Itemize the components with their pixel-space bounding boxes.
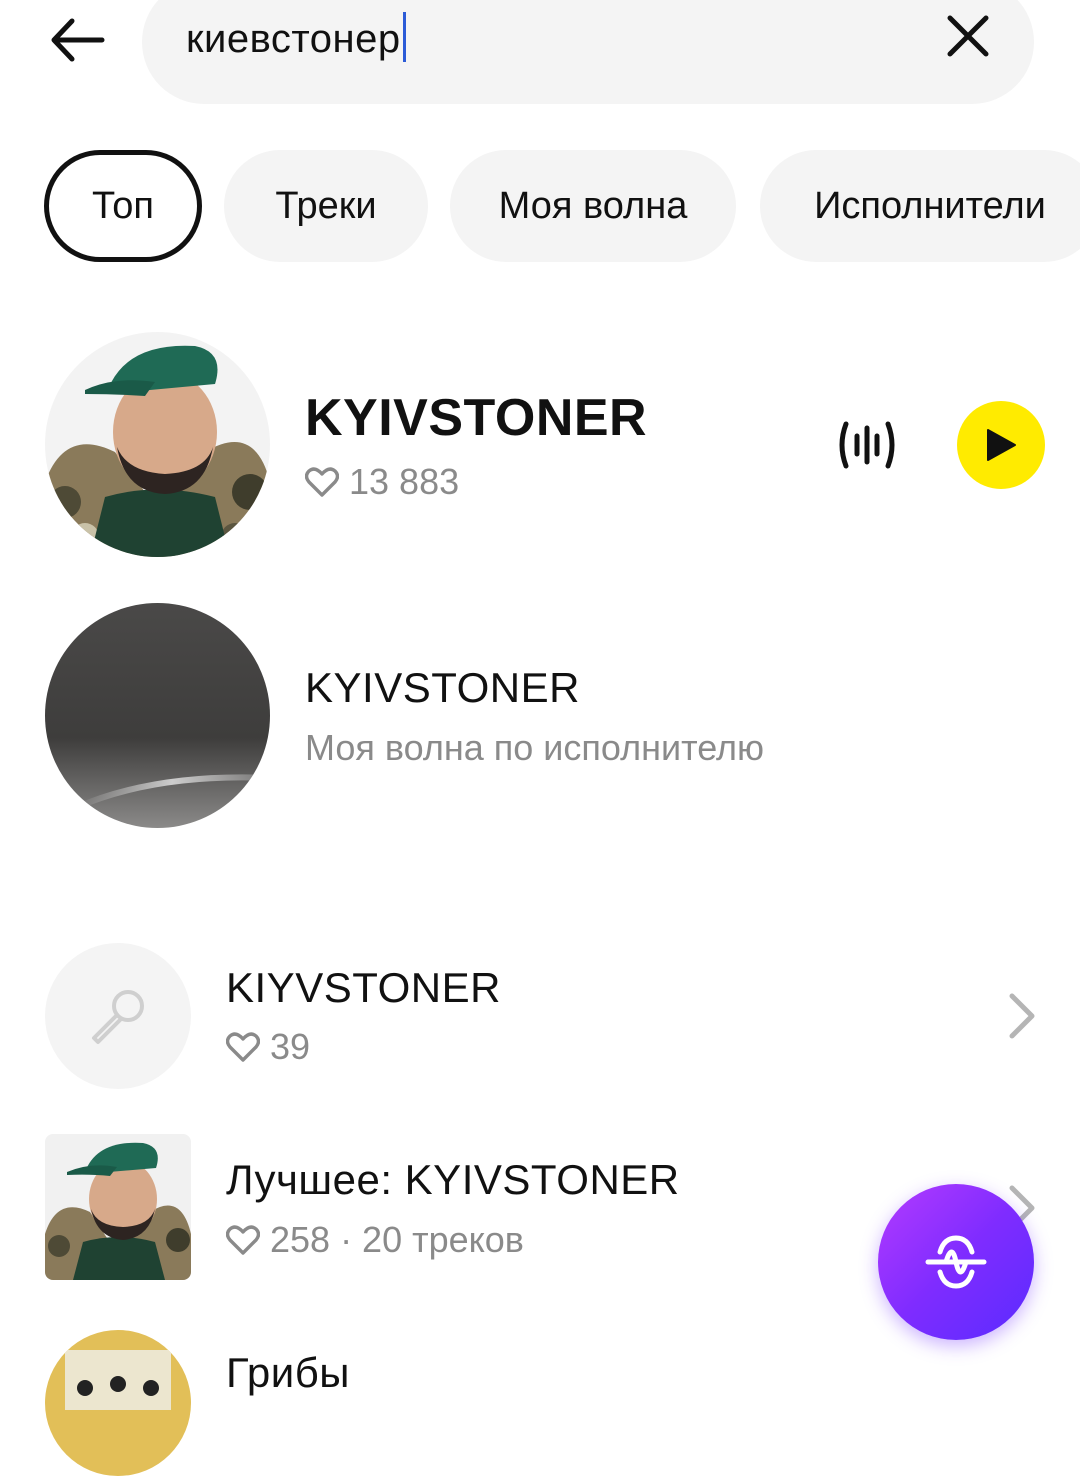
result-title[interactable]: Грибы (226, 1349, 350, 1397)
wave-title[interactable]: KYIVSTONER (305, 664, 580, 712)
tab-top[interactable]: Топ (44, 150, 202, 262)
result-likes: 39 (270, 1026, 311, 1067)
sound-wave-icon (839, 421, 895, 469)
chevron-right-icon[interactable] (1004, 990, 1040, 1042)
my-wave-fab[interactable] (878, 1184, 1034, 1340)
wave-subtitle: Моя волна по исполнителю (305, 727, 765, 768)
search-input[interactable]: киевстонер (186, 12, 406, 62)
tab-label: Моя волна (498, 184, 688, 227)
search-query: киевстонер (186, 17, 401, 61)
tab-artists[interactable]: Исполнители (760, 150, 1080, 262)
tab-label: Исполнители (814, 184, 1046, 227)
result-title[interactable]: Лучшее: KYIVSTONER (226, 1156, 680, 1204)
likes-count: 13 883 (349, 461, 460, 502)
play-button[interactable] (957, 401, 1045, 489)
text-caret (402, 12, 406, 62)
artist-avatar[interactable] (45, 332, 270, 557)
tab-label: Треки (275, 184, 377, 227)
result-title[interactable]: KIYVSTONER (226, 964, 501, 1012)
result-meta: 39 (226, 1026, 310, 1068)
close-icon (947, 15, 989, 57)
artist-wave-button[interactable] (836, 416, 898, 474)
back-button[interactable] (40, 8, 112, 72)
result-meta: 258 · 20 треков (226, 1219, 524, 1261)
wave-cover-image (45, 603, 270, 828)
artist-photo (45, 332, 270, 557)
wave-logo-icon (925, 1235, 987, 1289)
playlist-cover-photo (45, 1134, 191, 1280)
heart-icon (226, 1032, 260, 1062)
tab-my-wave[interactable]: Моя волна (450, 150, 736, 262)
artist-likes: 13 883 (305, 461, 459, 503)
result-avatar-placeholder[interactable] (45, 943, 191, 1089)
filter-tabs: Топ Треки Моя волна Исполнители (44, 150, 1080, 265)
clear-search-button[interactable] (942, 10, 994, 62)
play-icon (987, 429, 1016, 461)
result-avatar[interactable] (45, 1330, 191, 1476)
search-field[interactable]: киевстонер (142, 0, 1034, 104)
tab-tracks[interactable]: Треки (224, 150, 428, 262)
heart-icon (226, 1225, 260, 1255)
result-meta-text: 258 · 20 треков (270, 1219, 524, 1260)
band-photo (45, 1330, 191, 1476)
artist-wave-cover[interactable] (45, 603, 270, 828)
arrow-left-icon (51, 18, 105, 62)
microphone-icon (92, 990, 144, 1044)
artist-name[interactable]: KYIVSTONER (305, 388, 647, 448)
playlist-cover[interactable] (45, 1134, 191, 1280)
heart-icon (305, 467, 339, 497)
tab-label: Топ (92, 184, 154, 227)
